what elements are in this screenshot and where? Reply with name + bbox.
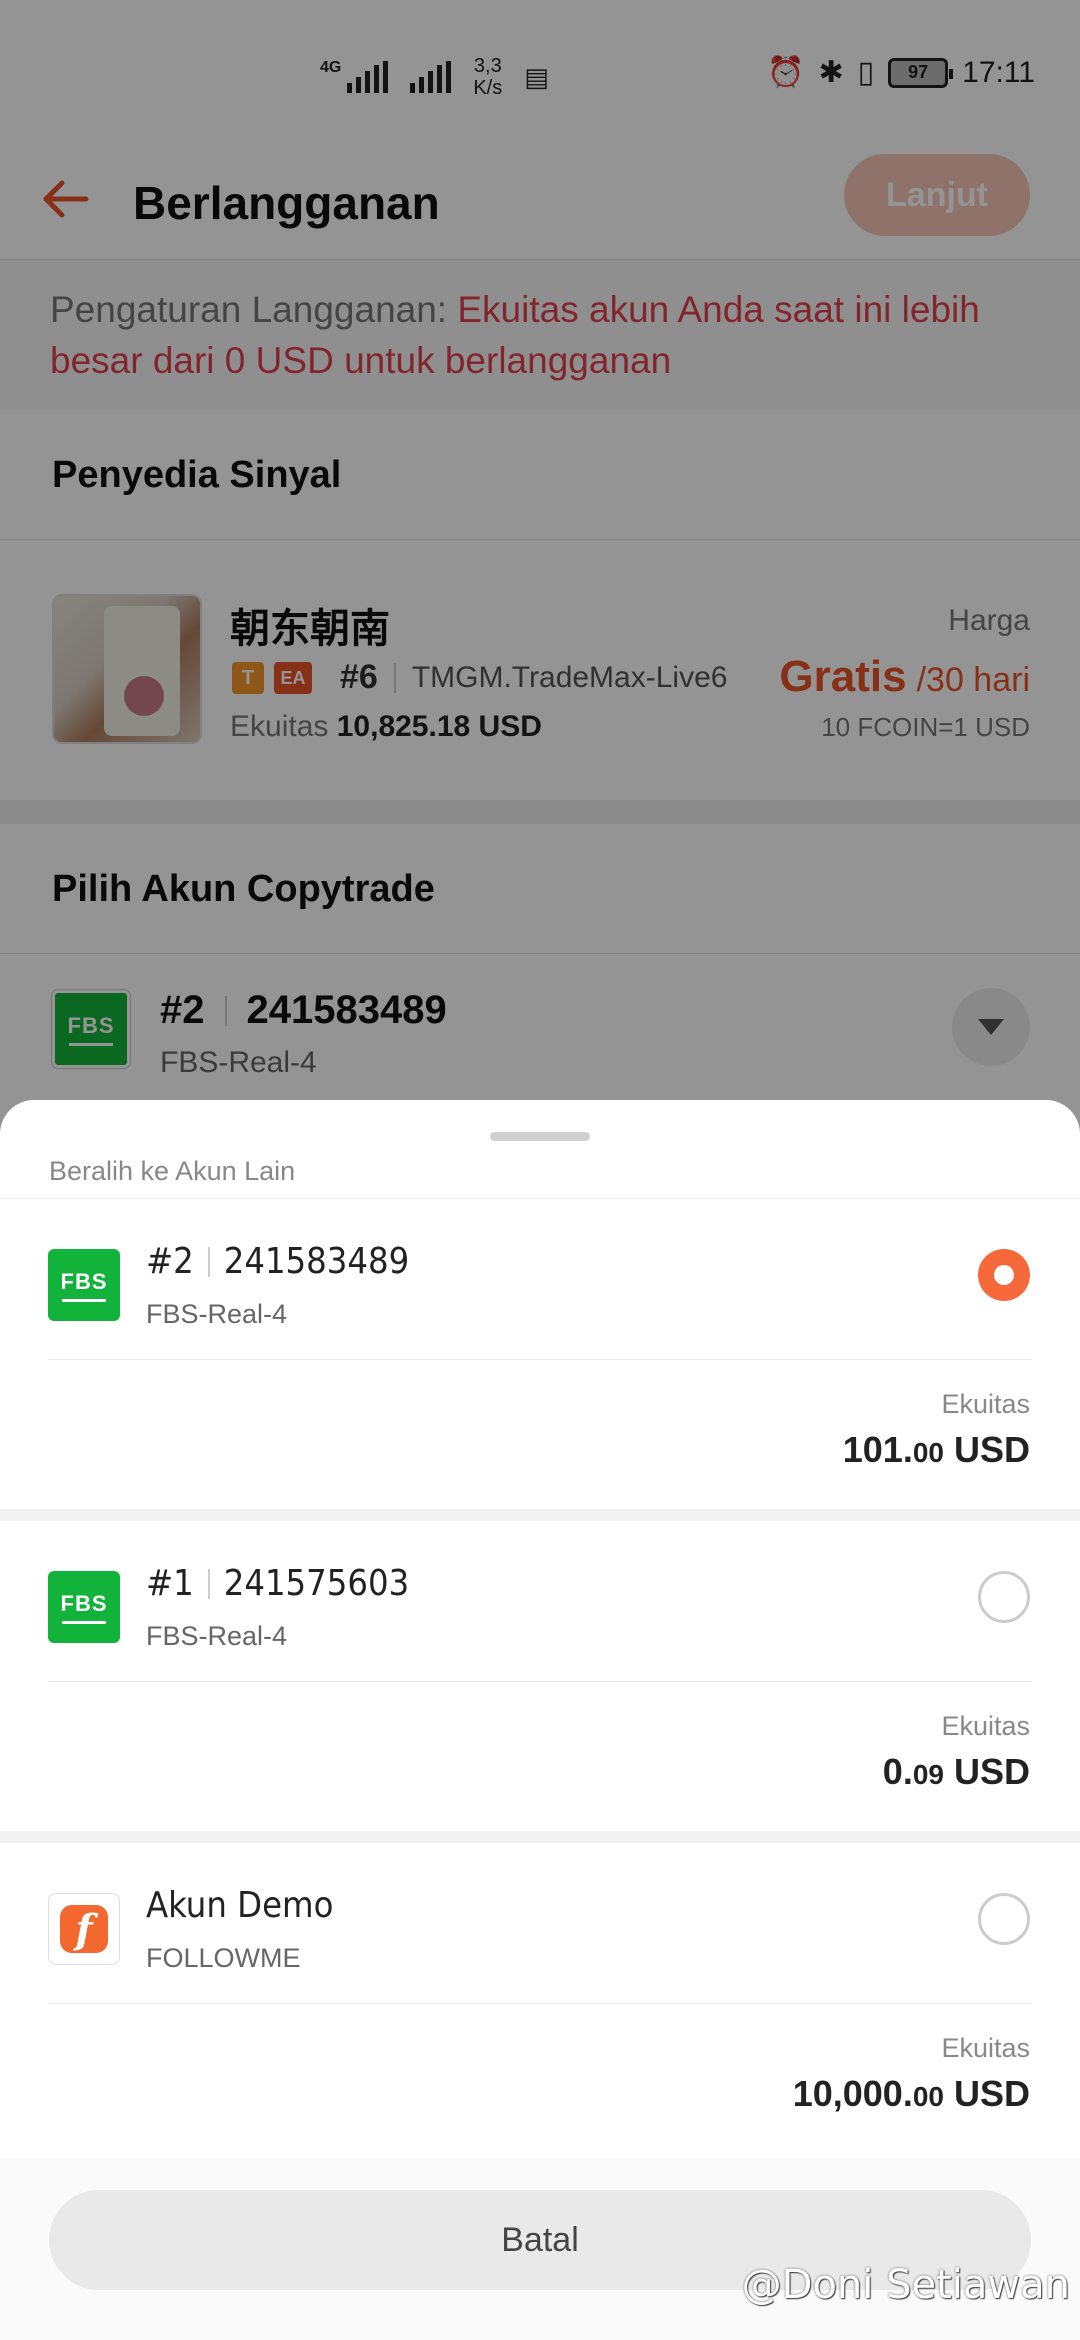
divider — [48, 1681, 1032, 1682]
account-number: #2 241583489 — [146, 1241, 410, 1282]
card-gap — [0, 1831, 1080, 1843]
account-server: FOLLOWME — [146, 1943, 301, 1973]
equity-label: Ekuitas — [941, 1711, 1030, 1741]
watermark: @Doni Setiawan — [741, 2262, 1070, 2308]
radio-unselected[interactable] — [978, 1893, 1030, 1945]
radio-selected[interactable] — [978, 1249, 1030, 1301]
account-option[interactable]: FBS #1 241575603 FBS-Real-4 Ekuitas 0. 09… — [0, 1521, 1080, 1831]
radio-unselected[interactable] — [978, 1571, 1030, 1623]
account-name: Akun Demo — [146, 1885, 334, 1926]
drag-handle[interactable] — [490, 1132, 590, 1141]
account-number: #1 241575603 — [146, 1563, 410, 1604]
card-gap — [0, 1509, 1080, 1521]
divider — [48, 2003, 1032, 2004]
sheet-title: Beralih ke Akun Lain — [49, 1156, 296, 1186]
divider — [48, 1359, 1032, 1360]
equity-label: Ekuitas — [941, 1389, 1030, 1419]
account-server: FBS-Real-4 — [146, 1621, 288, 1651]
equity-value: 0. 09 USD — [882, 1751, 1030, 1792]
equity-label: Ekuitas — [941, 2033, 1030, 2063]
account-option[interactable]: FBS #2 241583489 FBS-Real-4 Ekuitas 101.… — [0, 1199, 1080, 1509]
account-server: FBS-Real-4 — [146, 1299, 288, 1329]
account-switch-sheet: Beralih ke Akun Lain FBS #2 241583489 FB… — [0, 1100, 1080, 2340]
fbs-logo-icon: FBS — [48, 1571, 120, 1643]
fbs-logo-icon: FBS — [48, 1249, 120, 1321]
equity-value: 10,000. 00 USD — [792, 2073, 1030, 2114]
equity-value: 101. 00 USD — [842, 1429, 1030, 1470]
account-option[interactable]: f Akun Demo FOLLOWME Ekuitas 10,000. 00 US… — [0, 1843, 1080, 2153]
followme-logo-icon: f — [48, 1893, 120, 1965]
